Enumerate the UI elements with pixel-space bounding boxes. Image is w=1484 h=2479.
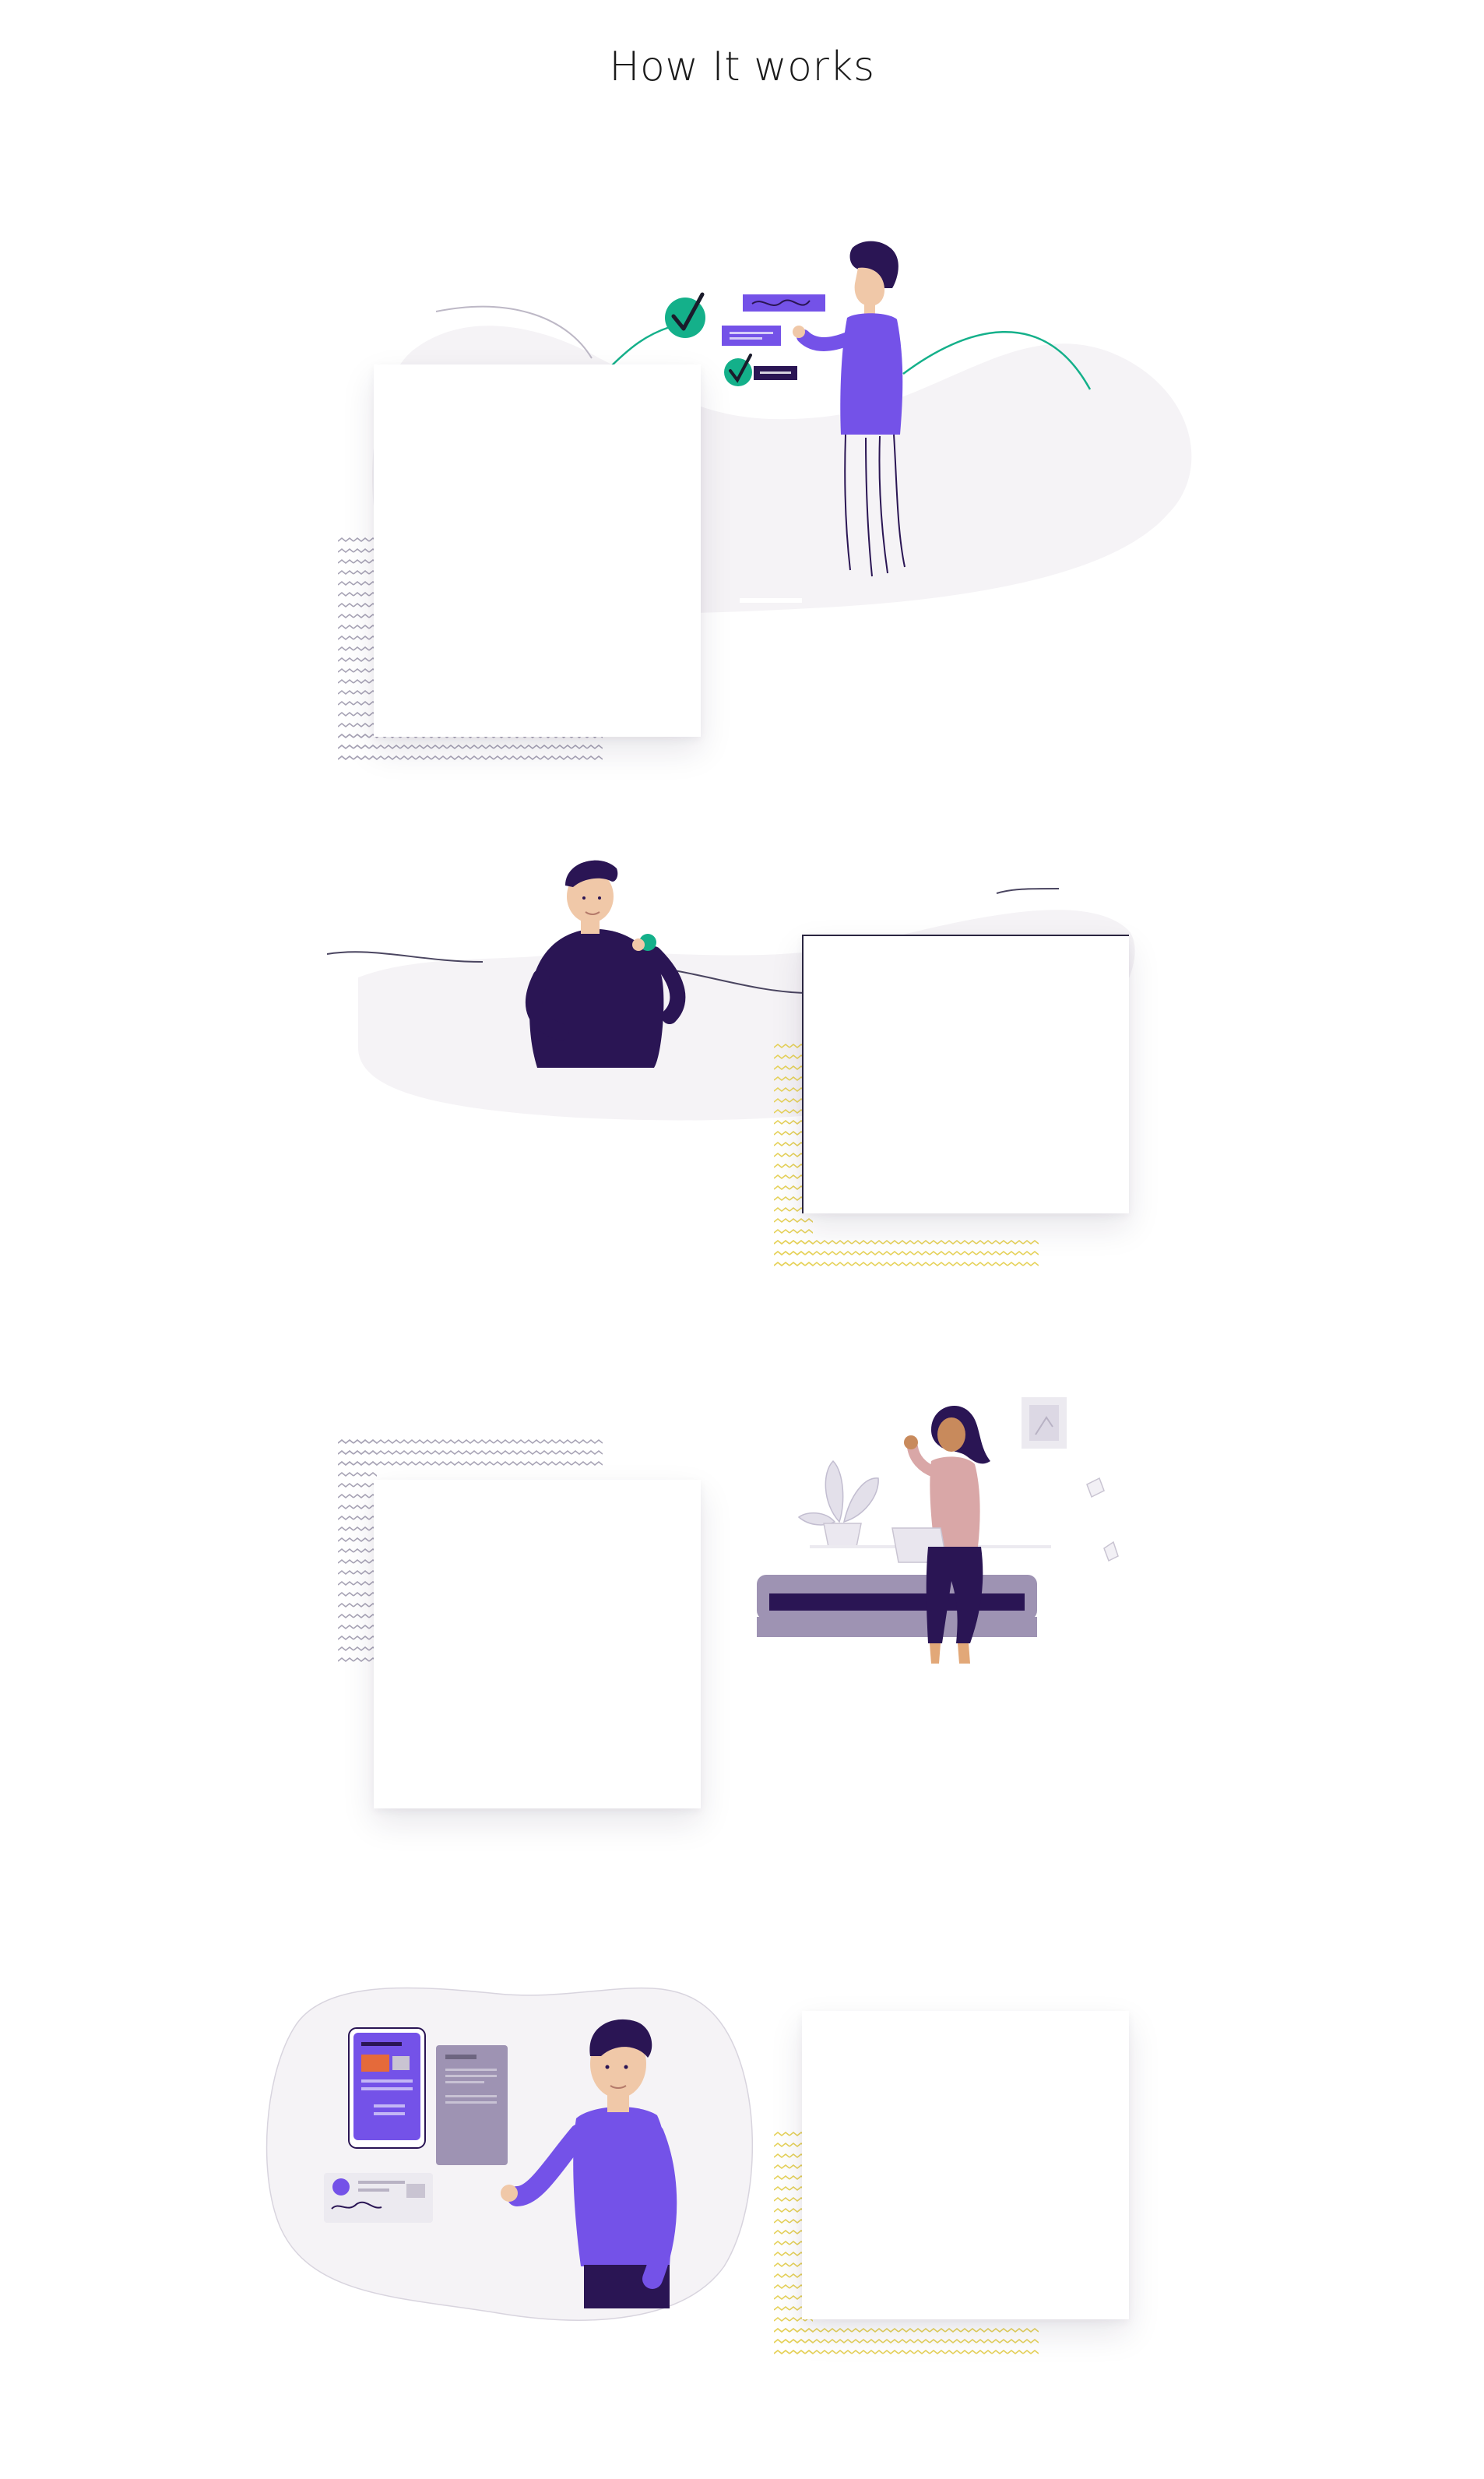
man-presenting-documents-illustration <box>265 1970 763 2336</box>
page-title: How It works <box>609 44 875 90</box>
step-card <box>802 2011 1129 2319</box>
step-card <box>374 364 701 737</box>
step-card <box>374 1480 701 1808</box>
woman-with-laptop-on-sofa-illustration <box>747 1386 1137 1713</box>
step-card <box>802 935 1129 1213</box>
